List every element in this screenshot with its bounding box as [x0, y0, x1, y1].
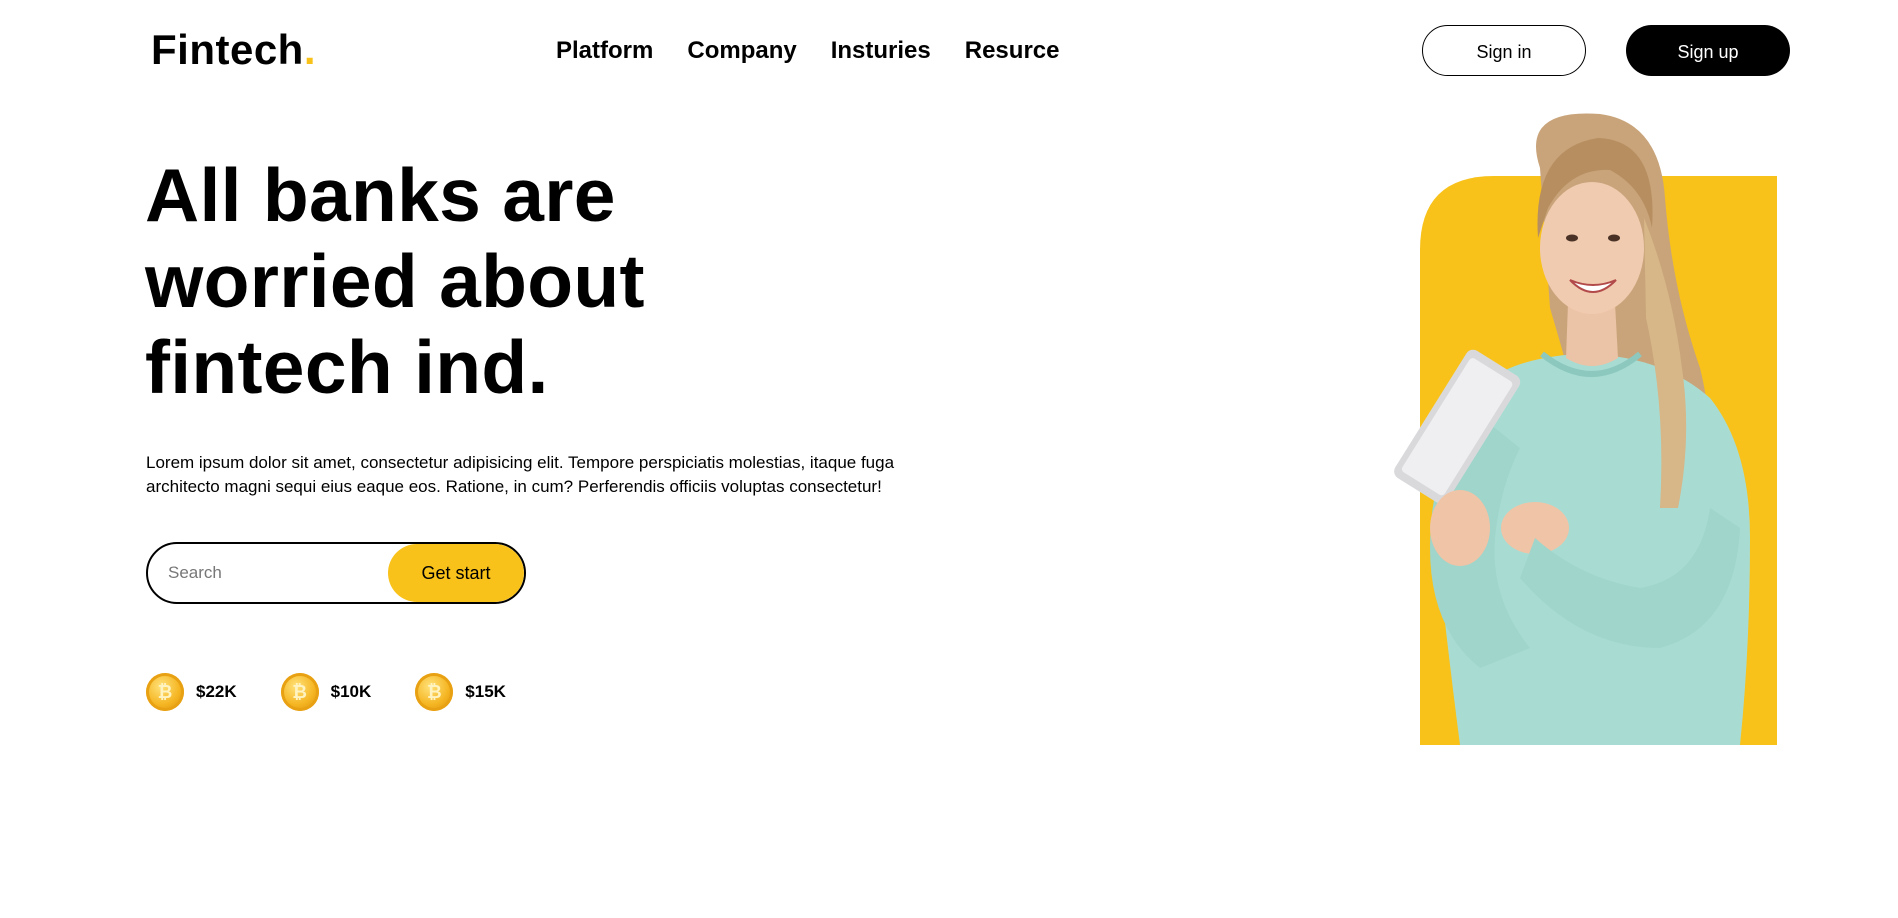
sign-up-button[interactable]: Sign up [1626, 25, 1790, 76]
stat-item: ₿ $22K [146, 673, 237, 711]
search-bar: Get start [146, 542, 526, 604]
hero-description: Lorem ipsum dolor sit amet, consectetur … [146, 451, 906, 499]
bitcoin-icon: ₿ [415, 673, 454, 711]
nav-item-resurce[interactable]: Resurce [965, 37, 1060, 65]
stat-value: $22K [196, 682, 237, 701]
hero-title-line: All banks are [145, 153, 616, 237]
face [1540, 182, 1644, 314]
hero-title-line: fintech ind. [145, 325, 549, 409]
main-nav: Platform Company Insturies Resurce [556, 37, 1059, 65]
brand-logo[interactable]: Fintech. [151, 26, 316, 74]
search-input[interactable] [148, 544, 388, 602]
nav-item-company[interactable]: Company [687, 37, 796, 65]
bitcoin-icon: ₿ [146, 673, 184, 711]
nav-item-insturies[interactable]: Insturies [831, 37, 931, 65]
brand-name: Fintech [151, 26, 304, 73]
stat-value: $15K [465, 682, 506, 701]
stat-item: ₿ $15K [415, 673, 506, 711]
hero-description-line: Lorem ipsum dolor sit amet, consectetur … [146, 453, 895, 472]
hero-title-line: worried about [145, 239, 645, 323]
get-start-button[interactable]: Get start [388, 544, 524, 602]
eye-left [1566, 234, 1578, 242]
hero-illustration [1394, 113, 1777, 745]
hand-left [1430, 490, 1490, 566]
stat-value: $10K [330, 682, 372, 701]
brand-dot: . [303, 26, 317, 73]
price-stats: ₿ $22K ₿ $10K ₿ $15K [146, 673, 506, 711]
sign-in-button[interactable]: Sign in [1422, 25, 1586, 76]
bitcoin-icon: ₿ [280, 673, 319, 711]
stat-item: ₿ $10K [280, 673, 372, 711]
hero-description-line: architecto magni sequi eius eaque eos. R… [146, 477, 882, 496]
eye-right [1608, 234, 1620, 242]
hero-title: All banks are worried about fintech ind. [145, 152, 765, 410]
nav-item-platform[interactable]: Platform [556, 37, 653, 65]
